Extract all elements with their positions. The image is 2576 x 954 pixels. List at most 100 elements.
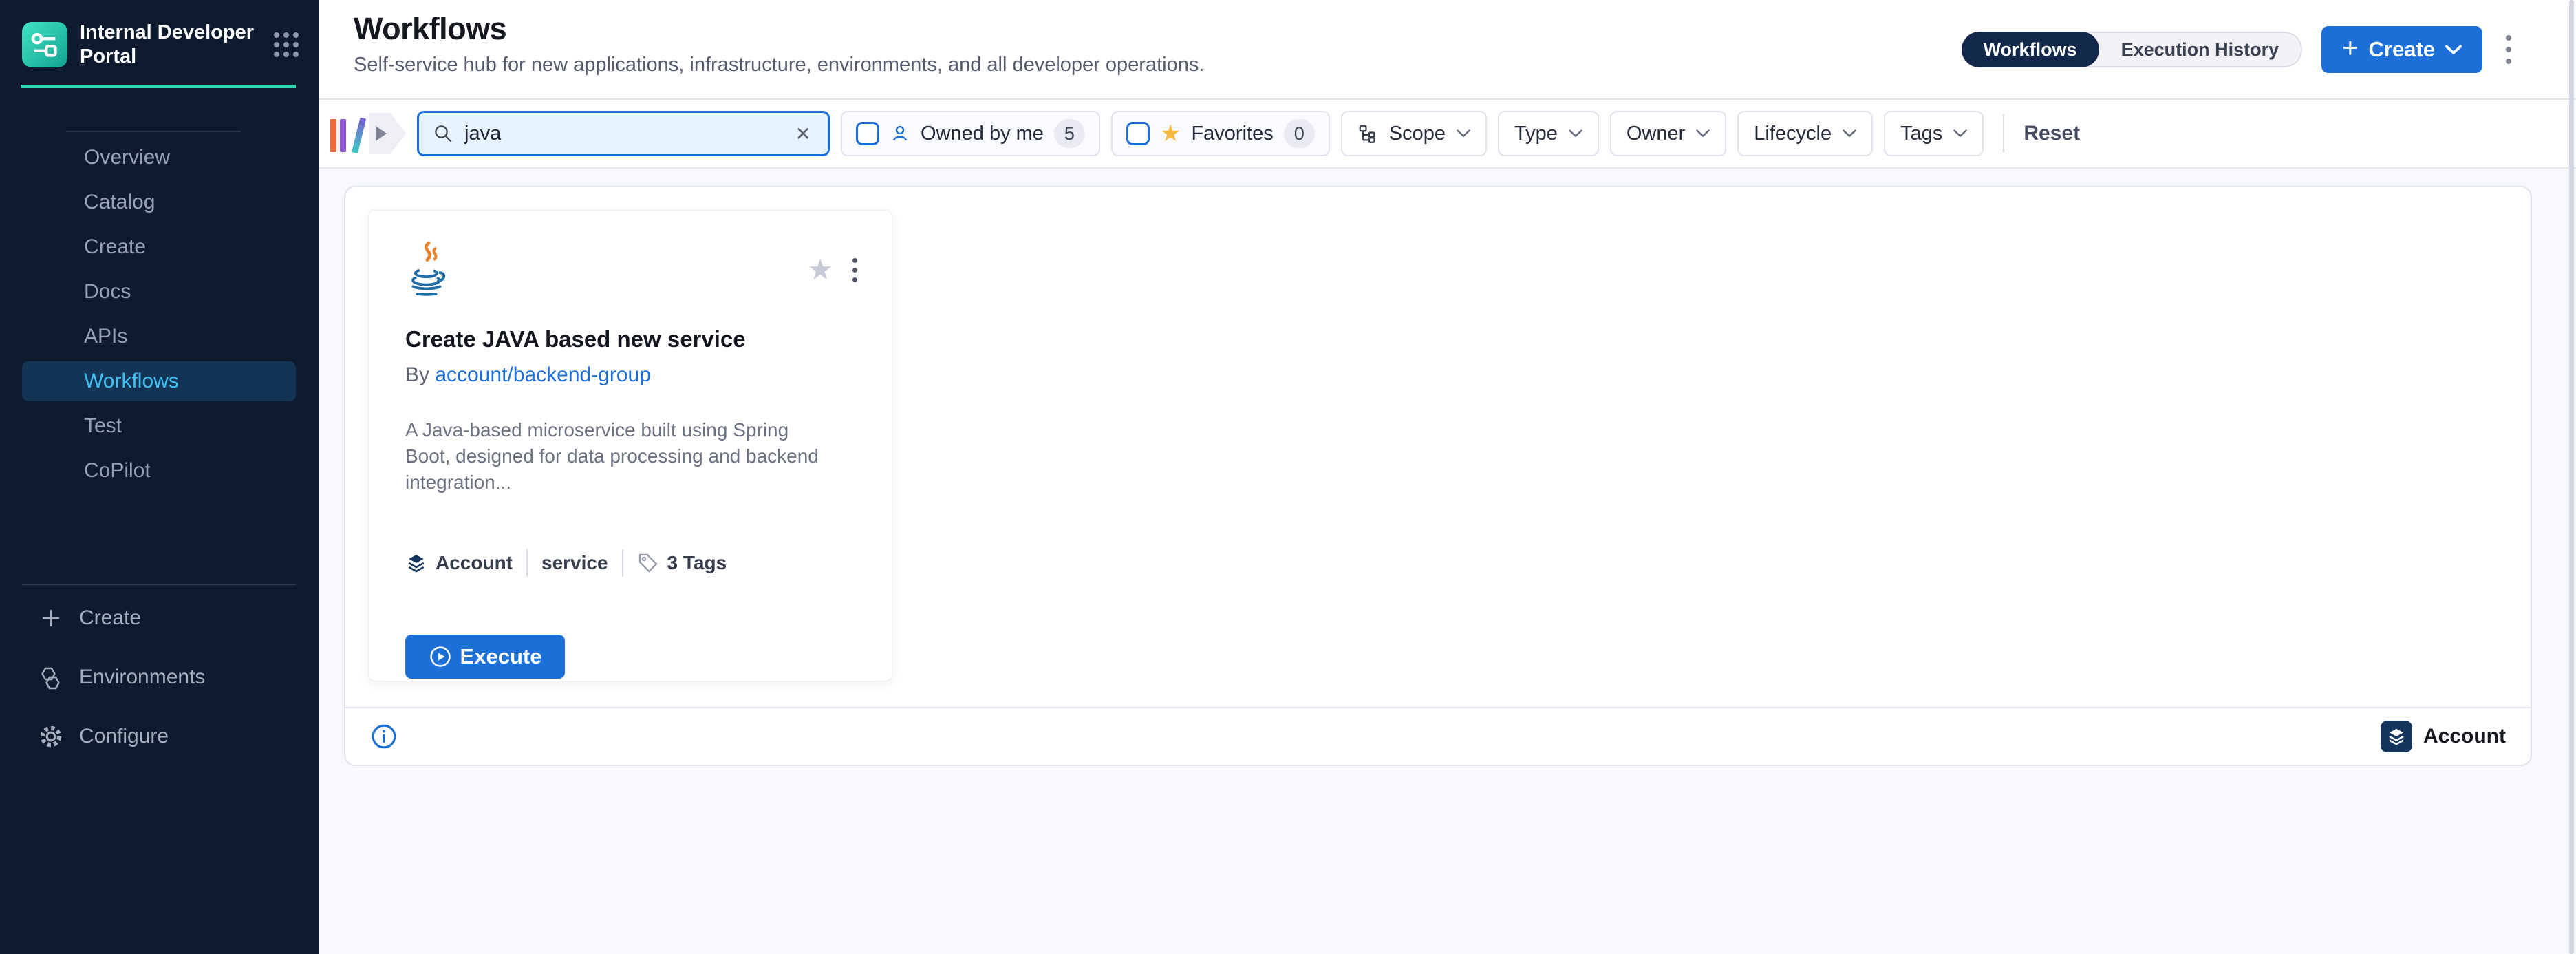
brand-title: Internal Developer Portal bbox=[80, 21, 268, 69]
account-scope-badge: Account bbox=[2381, 721, 2506, 752]
play-arrow-icon bbox=[376, 126, 387, 141]
chevron-down-icon bbox=[1843, 129, 1856, 138]
workflow-title: Create JAVA based new service bbox=[405, 326, 860, 352]
reset-filters-button[interactable]: Reset bbox=[2024, 122, 2080, 145]
owner-group-link[interactable]: account/backend-group bbox=[435, 363, 651, 386]
tags-dropdown[interactable]: Tags bbox=[1884, 111, 1984, 156]
execute-button-label: Execute bbox=[460, 644, 542, 669]
sidebar-item-apis[interactable]: APIs bbox=[22, 317, 296, 357]
search-icon bbox=[433, 123, 453, 144]
search-box: ✕ bbox=[417, 111, 830, 156]
execute-button[interactable]: Execute bbox=[405, 635, 565, 679]
search-input[interactable] bbox=[464, 123, 782, 145]
workflow-meta-row: Account service bbox=[405, 549, 860, 577]
sidebar-bottom-configure[interactable]: Configure bbox=[0, 710, 319, 763]
content-area: ★ Create JAVA based new service By accou… bbox=[319, 169, 2576, 954]
filter-owned-by-me[interactable]: Owned by me 5 bbox=[841, 111, 1100, 156]
chevron-down-icon bbox=[1696, 129, 1710, 138]
page-header: Workflows Self-service hub for new appli… bbox=[319, 0, 2576, 100]
sidebar-bottom-create[interactable]: Create bbox=[0, 592, 319, 644]
type-meta: service bbox=[541, 552, 608, 574]
workflow-description: A Java-based microservice built using Sp… bbox=[405, 417, 825, 496]
card-kebab-menu-icon[interactable] bbox=[850, 255, 860, 285]
workflow-card: ★ Create JAVA based new service By accou… bbox=[368, 210, 892, 681]
filter-favorites[interactable]: ★ Favorites 0 bbox=[1111, 111, 1330, 156]
app-root: Internal Developer Portal Overview Catal… bbox=[0, 0, 2576, 954]
panel-footer: Account bbox=[345, 707, 2531, 765]
favorite-star-icon[interactable]: ★ bbox=[807, 255, 833, 284]
lifecycle-dropdown-label: Lifecycle bbox=[1754, 123, 1832, 145]
owner-dropdown-label: Owner bbox=[1627, 123, 1685, 145]
tags-meta-label: 3 Tags bbox=[667, 552, 727, 574]
owned-by-me-label: Owned by me bbox=[921, 123, 1044, 145]
sidebar-item-docs[interactable]: Docs bbox=[22, 272, 296, 312]
sidebar-item-create[interactable]: Create bbox=[22, 227, 296, 267]
sidebar: Internal Developer Portal Overview Catal… bbox=[0, 0, 319, 954]
main-area: Workflows Self-service hub for new appli… bbox=[319, 0, 2576, 954]
sidebar-item-overview[interactable]: Overview bbox=[22, 138, 296, 178]
clear-search-icon[interactable]: ✕ bbox=[793, 123, 814, 145]
meta-divider bbox=[526, 549, 528, 577]
plus-icon bbox=[38, 607, 64, 629]
page-scrollbar[interactable] bbox=[2569, 0, 2574, 954]
page-header-left: Workflows Self-service hub for new appli… bbox=[354, 0, 1204, 98]
play-circle-icon bbox=[429, 645, 452, 668]
page-subtitle: Self-service hub for new applications, i… bbox=[354, 54, 1204, 76]
card-actions: ★ bbox=[807, 255, 860, 285]
chevron-down-icon bbox=[1569, 129, 1582, 138]
hierarchy-icon bbox=[1357, 123, 1378, 144]
sidebar-item-copilot[interactable]: CoPilot bbox=[22, 451, 296, 491]
tag-icon bbox=[637, 552, 659, 574]
chevron-down-icon bbox=[2445, 45, 2462, 55]
star-icon: ★ bbox=[1160, 122, 1181, 145]
owner-dropdown[interactable]: Owner bbox=[1610, 111, 1726, 156]
account-layers-icon bbox=[2381, 721, 2412, 752]
sidebar-bottom-label: Configure bbox=[79, 725, 169, 748]
scope-meta-label: Account bbox=[436, 552, 513, 574]
sidebar-item-label: Workflows bbox=[84, 370, 179, 393]
lifecycle-dropdown[interactable]: Lifecycle bbox=[1737, 111, 1873, 156]
filter-toolbar: ✕ Owned by me 5 ★ Favorites 0 bbox=[319, 100, 2576, 169]
java-logo-icon bbox=[405, 241, 448, 306]
by-prefix: By bbox=[405, 363, 429, 386]
sidebar-item-label: CoPilot bbox=[84, 459, 151, 483]
header-kebab-menu-icon[interactable] bbox=[2502, 31, 2515, 68]
workflow-cards-area: ★ Create JAVA based new service By accou… bbox=[345, 187, 2531, 707]
tab-execution-history[interactable]: Execution History bbox=[2099, 33, 2301, 66]
type-dropdown[interactable]: Type bbox=[1498, 111, 1599, 156]
sidebar-bottom-section: Create Environments Conf bbox=[0, 584, 319, 763]
gear-icon bbox=[38, 723, 64, 750]
sidebar-item-label: APIs bbox=[84, 325, 127, 348]
scope-dropdown[interactable]: Scope bbox=[1341, 111, 1487, 156]
favorites-checkbox[interactable] bbox=[1126, 122, 1150, 145]
sidebar-nav: Overview Catalog Create Docs APIs Workfl… bbox=[0, 138, 319, 491]
scope-meta: Account bbox=[405, 552, 513, 574]
sidebar-item-label: Catalog bbox=[84, 191, 155, 214]
expand-filters-arrow[interactable] bbox=[369, 113, 406, 154]
layers-icon bbox=[405, 552, 427, 574]
person-icon bbox=[890, 123, 910, 144]
brand-accent-bar bbox=[21, 85, 296, 88]
info-icon[interactable] bbox=[370, 723, 398, 750]
sidebar-divider bbox=[22, 584, 296, 585]
app-switcher-grid-icon[interactable] bbox=[274, 32, 299, 57]
library-bars-icon[interactable] bbox=[330, 115, 358, 152]
sidebar-item-workflows[interactable]: Workflows bbox=[22, 361, 296, 401]
view-toggle-group: Workflows Execution History bbox=[1962, 32, 2303, 67]
chevron-down-icon bbox=[1457, 129, 1470, 138]
type-dropdown-label: Type bbox=[1514, 123, 1558, 145]
sidebar-item-catalog[interactable]: Catalog bbox=[22, 182, 296, 222]
chevron-down-icon bbox=[1953, 129, 1967, 138]
sidebar-item-test[interactable]: Test bbox=[22, 406, 296, 446]
create-button[interactable]: + Create bbox=[2321, 26, 2482, 73]
workflows-panel: ★ Create JAVA based new service By accou… bbox=[344, 186, 2532, 766]
sidebar-bottom-label: Create bbox=[79, 606, 141, 630]
card-top-row: ★ bbox=[405, 241, 860, 306]
owned-by-me-checkbox[interactable] bbox=[856, 122, 879, 145]
brand-row: Internal Developer Portal bbox=[0, 0, 319, 69]
tab-workflows[interactable]: Workflows bbox=[1962, 32, 2099, 67]
sidebar-bottom-environments[interactable]: Environments bbox=[0, 651, 319, 703]
plus-icon: + bbox=[2342, 34, 2358, 62]
tags-meta[interactable]: 3 Tags bbox=[637, 552, 727, 574]
page-header-actions: Workflows Execution History + Create bbox=[1962, 26, 2515, 73]
